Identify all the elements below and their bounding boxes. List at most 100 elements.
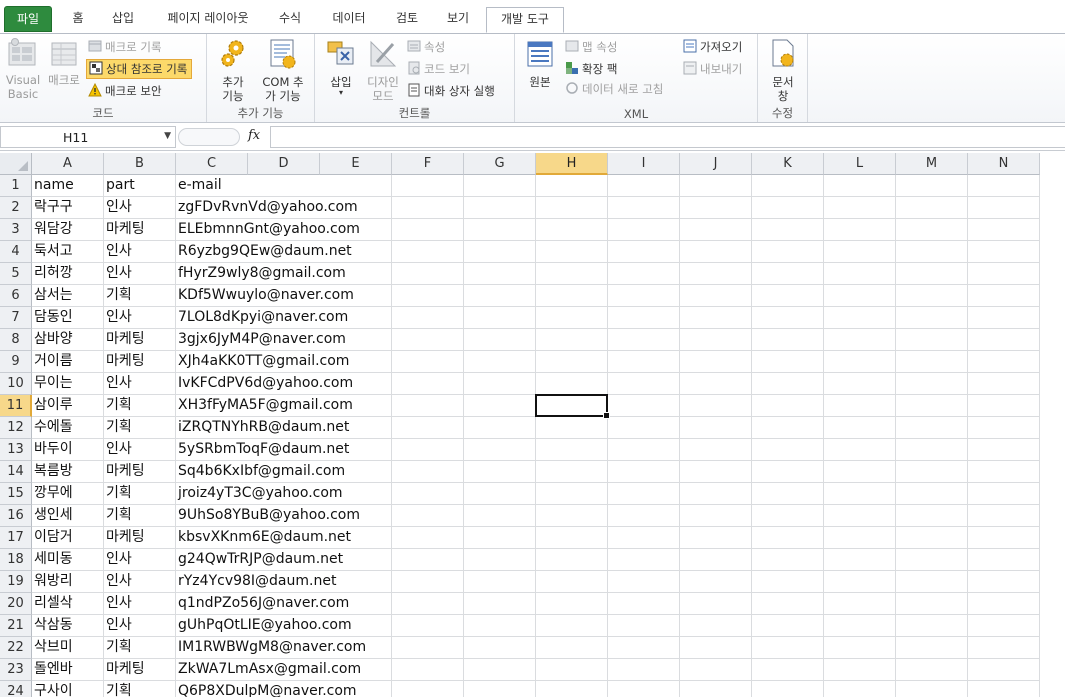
macro-security-button[interactable]: 매크로 보안 [88,81,162,101]
cell-b9[interactable]: 마케팅 [104,351,176,373]
cell-j12[interactable] [680,417,752,439]
cell-m20[interactable] [896,593,968,615]
cell-n14[interactable] [968,461,1040,483]
cell-j8[interactable] [680,329,752,351]
cell-k15[interactable] [752,483,824,505]
cell-h22[interactable] [536,637,608,659]
cell-f9[interactable] [392,351,464,373]
cell-l20[interactable] [824,593,896,615]
cell-m3[interactable] [896,219,968,241]
cell-a9[interactable]: 거이름 [32,351,104,373]
cell-j5[interactable] [680,263,752,285]
cell-i11[interactable] [608,395,680,417]
cell-a13[interactable]: 바두이 [32,439,104,461]
com-addins-button[interactable]: COM 추가 기능 [255,38,311,103]
cell-i14[interactable] [608,461,680,483]
cell-i10[interactable] [608,373,680,395]
cell-f16[interactable] [392,505,464,527]
cell-f5[interactable] [392,263,464,285]
cell-c18[interactable]: g24QwTrRJP@daum.net [176,549,343,571]
cell-m21[interactable] [896,615,968,637]
cell-b12[interactable]: 기획 [104,417,176,439]
cell-b18[interactable]: 인사 [104,549,176,571]
cell-k5[interactable] [752,263,824,285]
cell-m4[interactable] [896,241,968,263]
cell-n22[interactable] [968,637,1040,659]
cell-g24[interactable] [464,681,536,697]
cell-l24[interactable] [824,681,896,697]
cell-h9[interactable] [536,351,608,373]
tab-page-layout[interactable]: 페이지 레이아웃 [150,7,266,33]
column-header-m[interactable]: M [896,153,968,175]
tab-review[interactable]: 검토 [384,7,430,33]
cell-n4[interactable] [968,241,1040,263]
cell-j13[interactable] [680,439,752,461]
cell-k3[interactable] [752,219,824,241]
cell-a18[interactable]: 세미동 [32,549,104,571]
cell-l7[interactable] [824,307,896,329]
cell-a10[interactable]: 무이는 [32,373,104,395]
cell-g14[interactable] [464,461,536,483]
cell-l17[interactable] [824,527,896,549]
row-header[interactable]: 20 [0,593,32,615]
cell-i17[interactable] [608,527,680,549]
formula-input[interactable] [270,126,1065,148]
row-header[interactable]: 5 [0,263,32,285]
column-header-f[interactable]: F [392,153,464,175]
cell-k9[interactable] [752,351,824,373]
row-header[interactable]: 11 [0,395,32,417]
cell-j15[interactable] [680,483,752,505]
active-cell-outline[interactable] [535,394,610,419]
cell-k16[interactable] [752,505,824,527]
cell-l18[interactable] [824,549,896,571]
cell-l10[interactable] [824,373,896,395]
cell-h21[interactable] [536,615,608,637]
column-header-c[interactable]: C [176,153,248,175]
cell-j1[interactable] [680,175,752,197]
cell-l5[interactable] [824,263,896,285]
cell-g5[interactable] [464,263,536,285]
cell-k22[interactable] [752,637,824,659]
column-header-e[interactable]: E [320,153,392,175]
cell-g2[interactable] [464,197,536,219]
cell-f14[interactable] [392,461,464,483]
addins-button[interactable]: 추가 기능 [215,38,251,103]
cell-n9[interactable] [968,351,1040,373]
cell-g18[interactable] [464,549,536,571]
cell-h3[interactable] [536,219,608,241]
cell-l12[interactable] [824,417,896,439]
cell-k24[interactable] [752,681,824,697]
cell-h14[interactable] [536,461,608,483]
cell-j4[interactable] [680,241,752,263]
cell-b21[interactable]: 인사 [104,615,176,637]
cell-c11[interactable]: XH3fFyMA5F@gmail.com [176,395,353,417]
cell-n11[interactable] [968,395,1040,417]
cell-h16[interactable] [536,505,608,527]
column-header-l[interactable]: L [824,153,896,175]
cell-n24[interactable] [968,681,1040,697]
cell-l8[interactable] [824,329,896,351]
cell-j9[interactable] [680,351,752,373]
row-header[interactable]: 6 [0,285,32,307]
cell-m8[interactable] [896,329,968,351]
cell-b13[interactable]: 인사 [104,439,176,461]
cell-c20[interactable]: q1ndPZo56J@naver.com [176,593,349,615]
cell-b19[interactable]: 인사 [104,571,176,593]
cell-g12[interactable] [464,417,536,439]
cell-h10[interactable] [536,373,608,395]
cell-m7[interactable] [896,307,968,329]
cell-f17[interactable] [392,527,464,549]
row-header[interactable]: 16 [0,505,32,527]
cell-a22[interactable]: 삭브미 [32,637,104,659]
cell-n16[interactable] [968,505,1040,527]
cell-l3[interactable] [824,219,896,241]
row-header[interactable]: 4 [0,241,32,263]
cell-g15[interactable] [464,483,536,505]
cell-f1[interactable] [392,175,464,197]
cell-g10[interactable] [464,373,536,395]
cell-h6[interactable] [536,285,608,307]
row-header[interactable]: 22 [0,637,32,659]
cell-f7[interactable] [392,307,464,329]
tab-file[interactable]: 파일 [4,6,52,32]
cell-g1[interactable] [464,175,536,197]
